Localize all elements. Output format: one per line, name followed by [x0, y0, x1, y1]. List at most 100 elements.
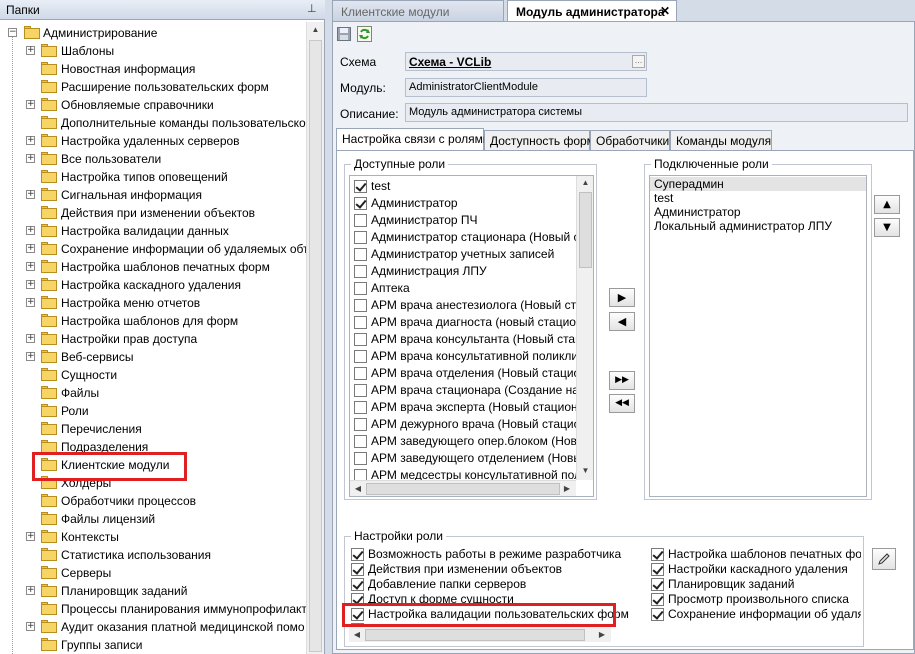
- checkbox[interactable]: [354, 333, 367, 346]
- checkbox[interactable]: [354, 384, 367, 397]
- tree-node[interactable]: + Настройка шаблонов печатных форм: [0, 258, 300, 276]
- role-settings-hscroll[interactable]: ◀ ▶: [349, 626, 611, 642]
- expand-icon[interactable]: +: [26, 334, 35, 343]
- tree-node[interactable]: Расширение пользовательских форм: [0, 78, 300, 96]
- ellipsis-icon[interactable]: …: [632, 55, 645, 68]
- tree-node[interactable]: + Сигнальная информация: [0, 186, 300, 204]
- checkbox[interactable]: [354, 316, 367, 329]
- checkbox[interactable]: [354, 401, 367, 414]
- expand-icon[interactable]: +: [26, 262, 35, 271]
- checkbox[interactable]: [354, 452, 367, 465]
- tree-node[interactable]: + Настройка каскадного удаления: [0, 276, 300, 294]
- tab-handlers[interactable]: Обработчики: [590, 130, 670, 150]
- checkbox[interactable]: [354, 231, 367, 244]
- checkbox[interactable]: [651, 608, 664, 621]
- tree-node[interactable]: + Обновляемые справочники: [0, 96, 300, 114]
- tree-node[interactable]: Обработчики процессов: [0, 492, 300, 510]
- connected-role-item[interactable]: Администратор: [650, 205, 866, 219]
- tree-node[interactable]: Перечисления: [0, 420, 300, 438]
- available-roles-vscroll[interactable]: ▲ ▼: [576, 176, 593, 480]
- available-roles-hscroll[interactable]: ◀ ▶: [350, 480, 576, 496]
- expand-icon[interactable]: +: [26, 154, 35, 163]
- expand-icon[interactable]: +: [26, 298, 35, 307]
- tree-scroll-thumb[interactable]: [309, 40, 322, 652]
- checkbox[interactable]: [354, 282, 367, 295]
- scroll-up-icon[interactable]: ▲: [309, 23, 322, 37]
- remove-all-roles-button[interactable]: ◀◀: [609, 394, 635, 413]
- tree-scrollbar[interactable]: ▲: [306, 22, 324, 654]
- pin-icon[interactable]: ⊥: [307, 3, 317, 15]
- expand-icon[interactable]: +: [26, 100, 35, 109]
- save-icon[interactable]: [337, 27, 351, 41]
- expand-icon[interactable]: +: [26, 622, 35, 631]
- checkbox[interactable]: [354, 265, 367, 278]
- tab-role-binding[interactable]: Настройка связи с ролями: [336, 128, 490, 151]
- edit-button[interactable]: [872, 548, 896, 570]
- expand-icon[interactable]: +: [26, 46, 35, 55]
- tree-node[interactable]: + Настройка меню отчетов: [0, 294, 300, 312]
- tree-node[interactable]: Роли: [0, 402, 300, 420]
- tree-node[interactable]: + Настройки прав доступа: [0, 330, 300, 348]
- tree-node[interactable]: Файлы: [0, 384, 300, 402]
- refresh-icon[interactable]: [357, 26, 372, 42]
- tab-admin-module[interactable]: Модуль администратора ✕: [507, 0, 677, 21]
- checkbox[interactable]: [354, 435, 367, 448]
- tree-node[interactable]: + Настройка валидации данных: [0, 222, 300, 240]
- vscroll-thumb[interactable]: [579, 192, 592, 268]
- checkbox[interactable]: [651, 578, 664, 591]
- tree-node-root[interactable]: − Администрирование: [0, 24, 300, 42]
- checkbox[interactable]: [354, 350, 367, 363]
- scroll-up-icon[interactable]: ▲: [580, 178, 591, 187]
- tree-node[interactable]: + Все пользователи: [0, 150, 300, 168]
- add-role-button[interactable]: ▶: [609, 288, 635, 307]
- expand-icon[interactable]: +: [26, 586, 35, 595]
- checkbox[interactable]: [354, 299, 367, 312]
- tree-node[interactable]: Новостная информация: [0, 60, 300, 78]
- tree-node[interactable]: Процессы планирования иммунопрофилакт: [0, 600, 306, 618]
- hscroll-thumb[interactable]: [365, 629, 585, 641]
- move-down-button[interactable]: ▼: [874, 218, 900, 237]
- tab-module-commands[interactable]: Команды модуля: [670, 130, 772, 150]
- available-roles-list[interactable]: test Администратор Администратор ПЧ Админис…: [349, 175, 594, 497]
- checkbox[interactable]: [354, 197, 367, 210]
- tree-node[interactable]: + Настройка удаленных серверов: [0, 132, 300, 150]
- checkbox[interactable]: [651, 548, 664, 561]
- tree-node[interactable]: Группы записи: [0, 636, 300, 654]
- expand-icon[interactable]: +: [26, 280, 35, 289]
- connected-role-item[interactable]: test: [650, 191, 866, 205]
- tab-form-access[interactable]: Доступность форм: [484, 130, 595, 150]
- hscroll-thumb[interactable]: [366, 483, 560, 495]
- scroll-left-icon[interactable]: ◀: [352, 630, 362, 639]
- expand-icon[interactable]: +: [26, 136, 35, 145]
- tree-node[interactable]: Статистика использования: [0, 546, 300, 564]
- tree-node[interactable]: Настройка типов оповещений: [0, 168, 300, 186]
- scheme-value[interactable]: Схема - VCLib: [409, 55, 491, 69]
- tree-node[interactable]: + Веб-сервисы: [0, 348, 300, 366]
- module-field[interactable]: AdministratorClientModule: [405, 78, 647, 97]
- scheme-field[interactable]: Схема - VCLib …: [405, 52, 647, 71]
- expand-icon[interactable]: +: [26, 226, 35, 235]
- tree-node[interactable]: + Аудит оказания платной медицинской помо: [0, 618, 305, 636]
- tree-node[interactable]: Дополнительные команды пользовательско: [0, 114, 306, 132]
- expand-icon[interactable]: +: [26, 532, 35, 541]
- scroll-right-icon[interactable]: ▶: [597, 630, 607, 639]
- add-all-roles-button[interactable]: ▶▶: [609, 371, 635, 390]
- tree-node[interactable]: + Шаблоны: [0, 42, 300, 60]
- move-up-button[interactable]: ▲: [874, 195, 900, 214]
- checkbox[interactable]: [354, 367, 367, 380]
- checkbox[interactable]: [351, 563, 364, 576]
- expand-icon[interactable]: +: [26, 244, 35, 253]
- checkbox[interactable]: [351, 578, 364, 591]
- connected-role-item[interactable]: Локальный администратор ЛПУ: [650, 219, 866, 233]
- scroll-right-icon[interactable]: ▶: [562, 484, 572, 493]
- checkbox[interactable]: [651, 563, 664, 576]
- remove-role-button[interactable]: ◀: [609, 312, 635, 331]
- tree-node[interactable]: Действия при изменении объектов: [0, 204, 300, 222]
- tree-node[interactable]: + Контексты: [0, 528, 300, 546]
- tree-node[interactable]: Настройка шаблонов для форм: [0, 312, 300, 330]
- tree-node[interactable]: Серверы: [0, 564, 300, 582]
- checkbox[interactable]: [651, 593, 664, 606]
- connected-role-item[interactable]: Суперадмин: [650, 177, 866, 191]
- tree-node[interactable]: Сущности: [0, 366, 300, 384]
- expand-icon[interactable]: +: [26, 352, 35, 361]
